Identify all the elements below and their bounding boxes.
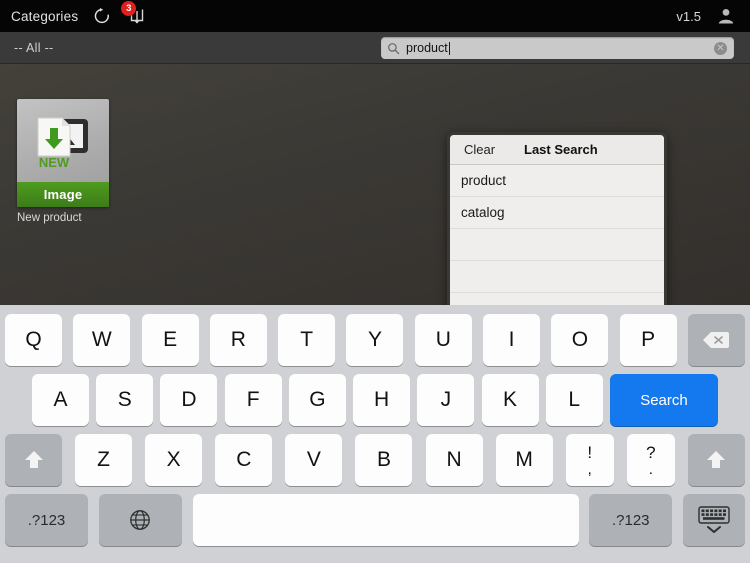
key-a[interactable]: A [32, 374, 89, 426]
list-item[interactable]: product [450, 165, 664, 197]
key-f[interactable]: F [224, 374, 282, 426]
key-k[interactable]: K [481, 374, 539, 426]
clear-icon[interactable]: ✕ [714, 41, 727, 55]
key-w[interactable]: W [73, 314, 131, 366]
app-root: Categories 3 v1.5 -- All -- product ✕ NE… [0, 0, 750, 563]
popover-title: Last Search [524, 142, 598, 157]
key-i[interactable]: I [483, 314, 541, 366]
numeric-keyboard-button-left[interactable]: .?123 [5, 494, 88, 546]
keyboard-row-3: Z X C V B N M ! , ? . [0, 430, 750, 490]
svg-text:NEW: NEW [39, 155, 70, 170]
nav-left-group: Categories 3 [0, 1, 148, 27]
product-tile[interactable]: NEW Image [17, 99, 109, 207]
text-caret [448, 41, 450, 55]
key-c[interactable]: C [215, 434, 273, 486]
key-g[interactable]: G [288, 374, 346, 426]
nav-right-group: v1.5 [676, 5, 750, 27]
download-icon[interactable]: 3 [121, 1, 148, 27]
key-v[interactable]: V [285, 434, 343, 486]
numeric-keyboard-button-right[interactable]: .?123 [589, 494, 673, 546]
hide-keyboard-icon[interactable] [683, 494, 745, 546]
version-label: v1.5 [676, 8, 701, 24]
key-h[interactable]: H [353, 374, 411, 426]
space-key[interactable] [192, 494, 579, 546]
key-exclamation-comma[interactable]: ! , [565, 434, 614, 486]
keyboard-row-2: A S D F G H J K L Search [0, 370, 750, 430]
tile-caption: New product [17, 212, 82, 224]
search-input[interactable]: product ✕ [381, 37, 734, 59]
key-j[interactable]: J [417, 374, 475, 426]
search-input-value: product [406, 41, 448, 55]
key-exclamation-label: ! [587, 442, 593, 462]
key-b[interactable]: B [355, 434, 413, 486]
key-s[interactable]: S [96, 374, 154, 426]
list-item[interactable]: catalog [450, 197, 664, 229]
shift-icon[interactable] [5, 434, 62, 486]
refresh-icon[interactable] [91, 5, 113, 27]
key-period-label: . [648, 460, 653, 478]
key-z[interactable]: Z [75, 434, 133, 486]
key-l[interactable]: L [545, 374, 603, 426]
key-t[interactable]: T [278, 314, 336, 366]
popover-header: Clear Last Search [450, 135, 664, 165]
key-e[interactable]: E [141, 314, 199, 366]
backspace-icon[interactable] [687, 314, 745, 366]
list-item [450, 261, 664, 293]
shift-icon[interactable] [687, 434, 745, 486]
tile-type-badge: Image [17, 182, 109, 207]
on-screen-keyboard: Q W E R T Y U I O P A S D F G H J K L Se… [0, 305, 750, 563]
content-area: NEW Image New product Clear Last Search … [0, 64, 750, 361]
key-u[interactable]: U [414, 314, 472, 366]
key-comma-label: , [587, 460, 592, 478]
key-x[interactable]: X [145, 434, 203, 486]
keyboard-row-1: Q W E R T Y U I O P [0, 310, 750, 370]
page-title: Categories [11, 8, 79, 24]
popover-arrow [543, 119, 569, 133]
user-icon[interactable] [715, 5, 737, 27]
key-n[interactable]: N [425, 434, 483, 486]
key-question-period[interactable]: ? . [626, 434, 675, 486]
key-p[interactable]: P [619, 314, 677, 366]
key-question-label: ? [646, 442, 656, 462]
clear-history-button[interactable]: Clear [450, 142, 495, 157]
search-key[interactable]: Search [609, 374, 718, 426]
key-q[interactable]: Q [5, 314, 62, 366]
key-y[interactable]: Y [346, 314, 404, 366]
keyboard-row-4: .?123 .?123 [0, 490, 750, 550]
category-filter-label[interactable]: -- All -- [0, 41, 54, 55]
key-r[interactable]: R [209, 314, 267, 366]
search-icon [387, 42, 400, 55]
search-toolbar: -- All -- product ✕ [0, 32, 750, 64]
list-item [450, 229, 664, 261]
top-navigation-bar: Categories 3 v1.5 [0, 0, 750, 32]
key-d[interactable]: D [160, 374, 218, 426]
new-image-document-icon: NEW [17, 99, 109, 182]
key-o[interactable]: O [551, 314, 609, 366]
globe-icon[interactable] [98, 494, 182, 546]
key-m[interactable]: M [495, 434, 553, 486]
